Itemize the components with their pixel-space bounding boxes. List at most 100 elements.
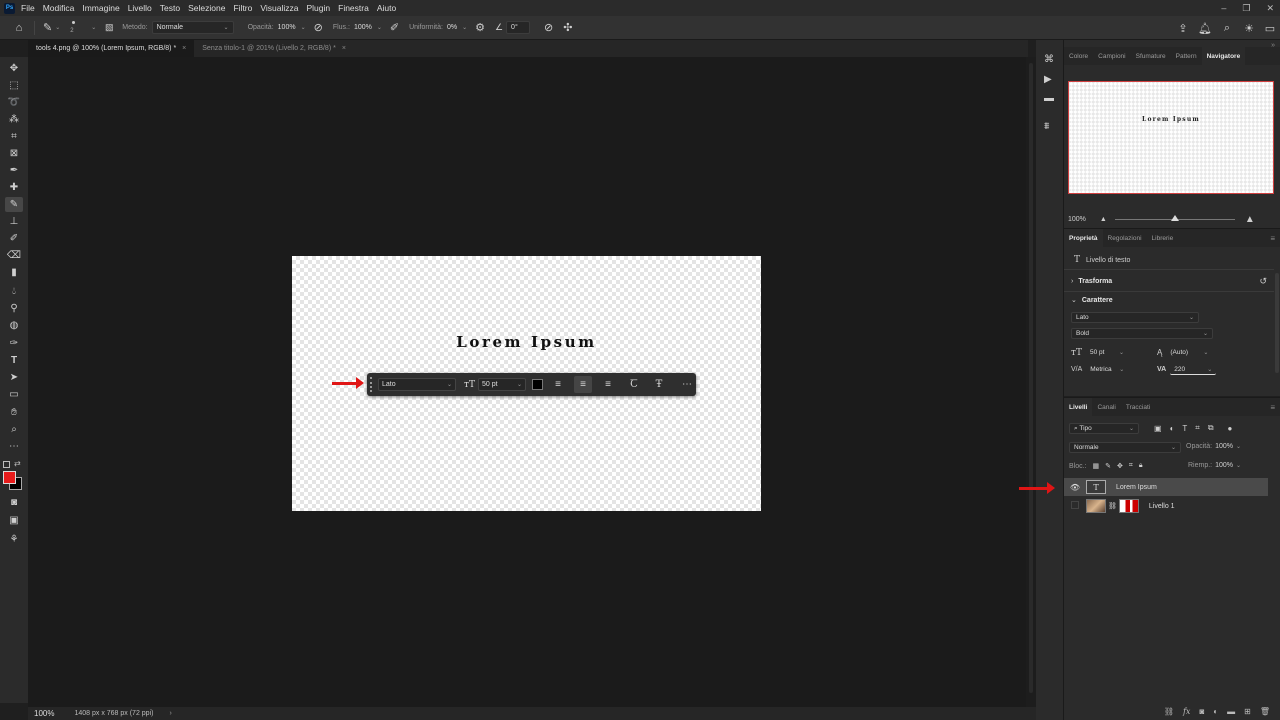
lock-all-icon[interactable]: 🔒︎	[1139, 462, 1143, 470]
adjustment-layer-icon[interactable]: ◐	[1213, 707, 1218, 716]
type-tool-icon[interactable]: T	[5, 353, 23, 368]
minimize-icon[interactable]: –	[1221, 3, 1226, 13]
actions-play-icon[interactable]: ▶	[1044, 74, 1052, 85]
brush-size-picker[interactable]: 2	[66, 18, 88, 38]
pressure-opacity-icon[interactable]: ⊘	[314, 21, 323, 34]
pressure-size-icon[interactable]: ⊘	[544, 21, 553, 34]
font-family-select[interactable]: Lato ⌄	[378, 378, 456, 391]
restore-icon[interactable]: ❐	[1242, 3, 1250, 14]
text-options-icon[interactable]: Ŧ	[650, 376, 668, 393]
dodge-tool-icon[interactable]: ⚲	[5, 301, 23, 316]
fx-icon[interactable]: fx	[1183, 707, 1190, 716]
tab-proprieta[interactable]: Proprietà	[1064, 229, 1103, 247]
share-icon[interactable]: ⇪	[1172, 22, 1194, 35]
panel-menu-icon[interactable]: ≡	[1270, 234, 1275, 243]
workspace-icon[interactable]: ▭	[1260, 22, 1280, 35]
lock-transparency-icon[interactable]: ▦	[1093, 462, 1100, 470]
tab-navigatore[interactable]: Navigatore	[1201, 47, 1246, 65]
blend-mode-select[interactable]: Normale ⌄	[1069, 442, 1181, 453]
opacita-value[interactable]: 100%	[278, 24, 296, 31]
glyphs-icon[interactable]: ⩩	[1044, 121, 1049, 132]
bell-icon[interactable]: 🔔︎	[1194, 22, 1216, 35]
delete-layer-icon[interactable]: 🗑︎	[1260, 707, 1270, 716]
tab-pattern[interactable]: Pattern	[1171, 47, 1202, 65]
text-warp-icon[interactable]: Ꞇ	[625, 376, 643, 393]
rectangle-tool-icon[interactable]: ▭	[5, 387, 23, 402]
gradient-tool-icon[interactable]: ▮	[5, 265, 23, 280]
comments-icon[interactable]: ▬	[1044, 93, 1054, 104]
stamp-tool-icon[interactable]: ⊥	[5, 214, 23, 229]
hand-tool-icon[interactable]: ✋︎	[5, 405, 23, 420]
airbrush-icon[interactable]: ✐	[390, 21, 399, 34]
flusso-value[interactable]: 100%	[354, 24, 372, 31]
menu-finestra[interactable]: Finestra	[338, 3, 369, 13]
chevron-down-icon[interactable]: ⌄	[301, 24, 306, 31]
chevron-down-icon[interactable]: ⌄	[1236, 462, 1241, 469]
font-size-field[interactable]: 50 pt ⌄	[1086, 347, 1128, 358]
carattere-section[interactable]: ⌄ Carattere	[1071, 296, 1113, 305]
healing-brush-tool-icon[interactable]: ✚	[5, 180, 23, 195]
trasforma-section[interactable]: › Trasforma ↺	[1071, 276, 1267, 287]
chevron-down-icon[interactable]: ⌄	[462, 24, 467, 31]
menu-modifica[interactable]: Modifica	[43, 3, 75, 13]
filter-adjustment-icon[interactable]: ◐	[1170, 424, 1175, 433]
tab-livelli[interactable]: Livelli	[1064, 398, 1093, 416]
eraser-tool-icon[interactable]: ⌫	[5, 248, 23, 263]
chevron-down-icon[interactable]: ⌄	[55, 24, 60, 31]
layer-row-lorem-ipsum[interactable]: 👁︎ T Lorem Ipsum	[1064, 478, 1268, 496]
font-family-field[interactable]: Lato ⌄	[1071, 312, 1199, 323]
swap-colors-icon[interactable]: ⇄	[14, 459, 21, 468]
font-style-field[interactable]: Bold ⌄	[1071, 328, 1213, 339]
text-color-swatch[interactable]	[531, 379, 543, 390]
sponge-tool-icon[interactable]: ◍	[5, 318, 23, 333]
menu-visualizza[interactable]: Visualizza	[260, 3, 298, 13]
fill-value[interactable]: 100%	[1215, 462, 1233, 469]
symmetry-icon[interactable]: ✣	[563, 21, 572, 34]
reset-icon[interactable]: ↺	[1259, 276, 1267, 287]
zoom-tool-icon[interactable]: ⌕	[5, 422, 23, 437]
link-layers-icon[interactable]: ⛓	[1164, 707, 1174, 716]
canvas-scrollbar[interactable]	[1026, 57, 1036, 707]
close-icon[interactable]: ×	[182, 45, 186, 52]
tab-canali[interactable]: Canali	[1092, 398, 1120, 416]
tab-colore[interactable]: Colore	[1064, 47, 1093, 65]
filter-smart-object-icon[interactable]: ⧉	[1208, 423, 1214, 433]
menu-plugin[interactable]: Plugin	[306, 3, 330, 13]
eyedropper-tool-icon[interactable]: ✒	[5, 163, 23, 178]
menu-livello[interactable]: Livello	[128, 3, 152, 13]
zoom-in-icon[interactable]: ▲	[1245, 214, 1255, 225]
layer-name[interactable]: Lorem Ipsum	[1116, 484, 1157, 491]
zoom-level[interactable]: 100%	[34, 709, 54, 718]
navigator-preview[interactable]: Lorem Ipsum	[1068, 81, 1274, 194]
close-icon[interactable]: ×	[342, 45, 346, 52]
tab-tracciati[interactable]: Tracciati	[1121, 398, 1155, 416]
zoom-slider[interactable]	[1114, 215, 1235, 221]
crop-tool-icon[interactable]: ⌗	[5, 129, 23, 144]
scrollbar-thumb[interactable]	[1029, 63, 1033, 693]
properties-scrollbar[interactable]	[1275, 273, 1279, 373]
angle-input[interactable]: 0°	[506, 21, 531, 34]
filter-toggle-icon[interactable]: ●	[1228, 424, 1233, 433]
collapse-icon[interactable]: »	[1271, 42, 1275, 49]
more-options-icon[interactable]: ⋯	[678, 376, 696, 393]
menu-immagine[interactable]: Immagine	[82, 3, 119, 13]
layer-name[interactable]: Livello 1	[1149, 503, 1175, 510]
chevron-down-icon[interactable]: ⌄	[1236, 443, 1241, 450]
brush-settings-icon[interactable]: ▧	[102, 22, 116, 33]
menu-testo[interactable]: Testo	[160, 3, 180, 13]
screen-mode-icon[interactable]: ▣	[5, 513, 23, 528]
tab-senza-titolo[interactable]: Senza titolo-1 @ 201% (Livello 2, RGB/8)…	[194, 40, 354, 57]
move-tool-icon[interactable]: ✥	[5, 61, 23, 76]
marquee-tool-icon[interactable]: ⬚	[5, 78, 23, 93]
brush-tool-icon[interactable]: ✎	[5, 197, 23, 212]
add-mask-icon[interactable]: ◙	[1199, 707, 1204, 716]
quick-mask-icon[interactable]: ◙	[5, 495, 23, 510]
visibility-toggle[interactable]	[1064, 501, 1086, 511]
tab-regolazioni[interactable]: Regolazioni	[1103, 229, 1147, 247]
new-layer-icon[interactable]: ⊞	[1244, 707, 1251, 716]
metodo-select[interactable]: Normale ⌄	[151, 21, 234, 34]
discover-icon[interactable]: ☀	[1238, 22, 1260, 35]
layer-row-livello-1[interactable]: ⛓ Livello 1	[1064, 497, 1268, 515]
filter-shape-icon[interactable]: ⌗	[1195, 423, 1200, 433]
eye-icon[interactable]: 👁︎	[1064, 483, 1086, 492]
